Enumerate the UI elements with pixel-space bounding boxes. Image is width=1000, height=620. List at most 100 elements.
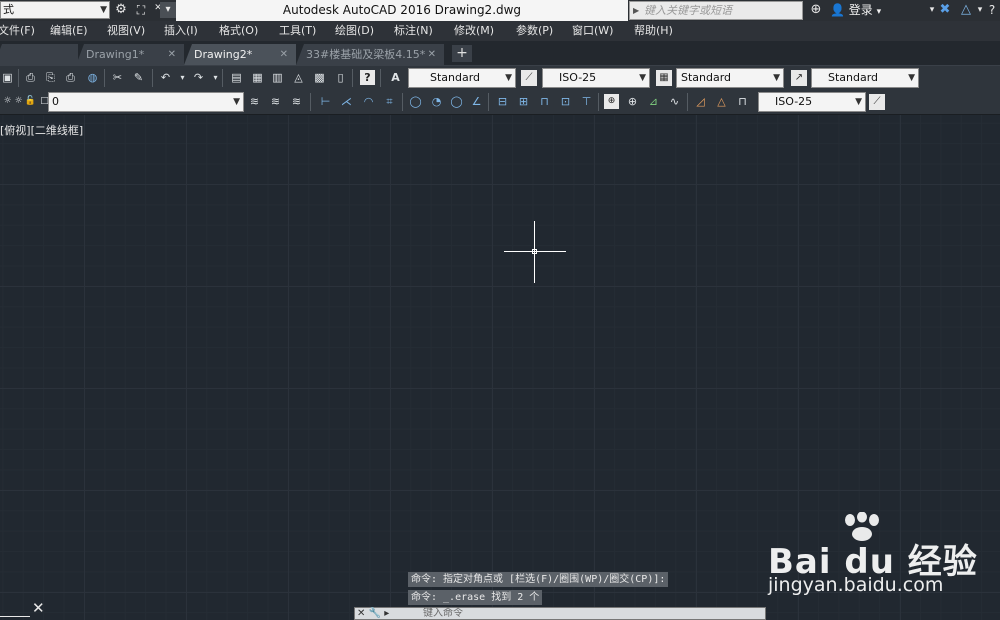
chevron-down-icon: ▾ <box>876 7 882 17</box>
menu-help[interactable]: 帮助(H) <box>634 21 673 41</box>
text-style-select[interactable]: Standard ▼ <box>408 68 516 88</box>
close-icon[interactable]: ✕ <box>428 44 436 65</box>
ordinate-dim-icon[interactable]: ⌗ <box>382 94 397 109</box>
menu-modify[interactable]: 修改(M) <box>454 21 494 41</box>
sheet-set-icon[interactable]: ◬ <box>291 70 306 85</box>
tool-palettes-icon[interactable]: ▥ <box>270 70 285 85</box>
design-center-icon[interactable]: ▦ <box>250 70 265 85</box>
markup-icon[interactable]: ▩ <box>312 70 327 85</box>
save-icon[interactable]: ▣ <box>0 70 15 85</box>
dim-text-edit-icon[interactable]: △ <box>714 94 729 109</box>
separator <box>488 93 489 111</box>
dim-style-select-2[interactable]: ISO-25 ▼ <box>758 92 866 112</box>
exchange-icon[interactable]: ✖ <box>937 2 953 18</box>
command-history-line: 命令: 指定对角点或 [栏选(F)/圈围(WP)/圈交(CP)]: <box>408 572 669 587</box>
angular-dim-icon[interactable]: ∠ <box>469 94 484 109</box>
undo-icon[interactable]: ↶ <box>158 70 173 85</box>
tab-drawing1[interactable]: Drawing1* ✕ <box>76 44 184 65</box>
close-icon[interactable]: ✕ <box>357 608 365 619</box>
publish-icon[interactable]: ⎙ <box>63 70 78 85</box>
cut-icon[interactable]: ✂ <box>110 70 125 85</box>
properties-icon[interactable]: ▤ <box>229 70 244 85</box>
chevron-down-icon[interactable]: ▾ <box>175 70 190 85</box>
command-input-placeholder[interactable]: 键入命令 <box>423 608 463 620</box>
help-icon[interactable]: ? <box>360 70 375 85</box>
quick-dim-icon[interactable]: ⊟ <box>495 94 510 109</box>
menu-edit[interactable]: 编辑(E) <box>50 21 88 41</box>
tab-drawing3[interactable]: 33#楼基础及梁板4.15* ✕ <box>296 44 444 65</box>
table-style-icon[interactable]: ▦ <box>656 70 672 86</box>
dim-style-manager-icon[interactable]: ⟋ <box>869 94 885 110</box>
menu-view[interactable]: 视图(V) <box>107 21 145 41</box>
make-current-layer-icon[interactable]: ≋ <box>247 94 262 109</box>
calculator-icon[interactable]: ▯ <box>333 70 348 85</box>
wrench-icon[interactable]: 🔧 <box>369 608 381 619</box>
text-style-icon[interactable]: A <box>388 70 403 85</box>
close-icon[interactable]: ✕ <box>280 44 288 65</box>
mleader-style-select[interactable]: Standard ▼ <box>811 68 919 88</box>
aligned-dim-icon[interactable]: ⋌ <box>339 94 354 109</box>
jogged-linear-icon[interactable]: ∿ <box>667 94 682 109</box>
viewport-icon[interactable]: ⛶ <box>133 2 149 18</box>
continue-dim-icon[interactable]: ⊓ <box>537 94 552 109</box>
jogged-dim-icon[interactable]: ◔ <box>429 94 444 109</box>
inspection-icon[interactable]: ⊿ <box>646 94 661 109</box>
command-line-icons: ✕ 🔧 ▸ <box>357 608 389 620</box>
menu-format[interactable]: 格式(O) <box>219 21 258 41</box>
baseline-dim-icon[interactable]: ⊞ <box>516 94 531 109</box>
diameter-dim-icon[interactable]: ◯ <box>449 94 464 109</box>
command-line[interactable]: ✕ 🔧 ▸ 键入命令 <box>354 607 766 620</box>
close-icon[interactable]: ✕ <box>168 44 176 65</box>
3d-dwf-icon[interactable]: ◍ <box>85 70 100 85</box>
dim-update-icon[interactable]: ⊓ <box>735 94 750 109</box>
search-input[interactable]: ▶ 键入关键字或短语 <box>629 1 803 20</box>
new-tab-button[interactable]: + <box>452 45 472 62</box>
menu-draw[interactable]: 绘图(D) <box>335 21 374 41</box>
tolerance-icon[interactable]: ⊕ <box>604 94 619 109</box>
menu-dimension[interactable]: 标注(N) <box>394 21 433 41</box>
dim-style-icon[interactable]: ⟋ <box>521 70 537 86</box>
dim-break-icon[interactable]: ⊤ <box>579 94 594 109</box>
help-icon[interactable]: ? <box>984 2 1000 18</box>
lock-icon[interactable]: 🔓 <box>23 94 38 109</box>
menu-insert[interactable]: 插入(I) <box>164 21 198 41</box>
command-history-line: 命令: _.erase 找到 2 个 <box>408 590 543 605</box>
dim-style-select[interactable]: ISO-25 ▼ <box>542 68 650 88</box>
redo-icon[interactable]: ↷ <box>191 70 206 85</box>
separator <box>402 93 403 111</box>
match-properties-icon[interactable]: ✎ <box>131 70 146 85</box>
dim-edit-icon[interactable]: ◿ <box>693 94 708 109</box>
radius-dim-icon[interactable]: ◯ <box>408 94 423 109</box>
text-style-value: Standard <box>429 71 481 84</box>
mleader-style-icon[interactable]: ↗ <box>791 70 807 86</box>
layer-select[interactable]: 0 ▼ <box>48 92 244 112</box>
login-button[interactable]: 👤 登录 ▾ <box>830 2 881 18</box>
table-style-select[interactable]: Standard ▼ <box>676 68 784 88</box>
dim-space-icon[interactable]: ⊡ <box>558 94 573 109</box>
print-icon[interactable]: ⎙ <box>23 70 38 85</box>
layer-state-icon[interactable]: ≋ <box>289 94 304 109</box>
arc-length-icon[interactable]: ◠ <box>361 94 376 109</box>
binoculars-icon[interactable]: ⊕ <box>808 2 824 18</box>
layer-previous-icon[interactable]: ≋ <box>268 94 283 109</box>
menu-file[interactable]: 文件(F) <box>0 21 35 41</box>
menu-bar: 文件(F) 编辑(E) 视图(V) 插入(I) 格式(O) 工具(T) 绘图(D… <box>0 21 1000 41</box>
command-prompt-icon[interactable]: ▸ <box>384 608 389 619</box>
viewport-controls-label[interactable]: [俯视][二维线框] <box>0 122 83 138</box>
center-mark-icon[interactable]: ⊕ <box>625 94 640 109</box>
tab-label: Drawing2* <box>194 48 253 61</box>
menu-parametric[interactable]: 参数(P) <box>516 21 553 41</box>
customize-icon[interactable]: ▾ <box>160 2 176 18</box>
print-preview-icon[interactable]: ⎘ <box>43 70 58 85</box>
tab-drawing2[interactable]: Drawing2* ✕ <box>184 44 296 65</box>
workspace-select[interactable]: 式 ▼ <box>0 1 110 19</box>
tab-start[interactable] <box>0 44 78 65</box>
workspace-value: 式 <box>3 3 14 16</box>
close-icon[interactable]: ✕ <box>32 601 45 616</box>
gear-icon[interactable]: ⚙ <box>113 2 129 18</box>
menu-window[interactable]: 窗口(W) <box>572 21 613 41</box>
linear-dim-icon[interactable]: ⊢ <box>318 94 333 109</box>
chevron-down-icon[interactable]: ▾ <box>208 70 223 85</box>
layer-value: 0 <box>52 95 59 108</box>
menu-tools[interactable]: 工具(T) <box>279 21 316 41</box>
